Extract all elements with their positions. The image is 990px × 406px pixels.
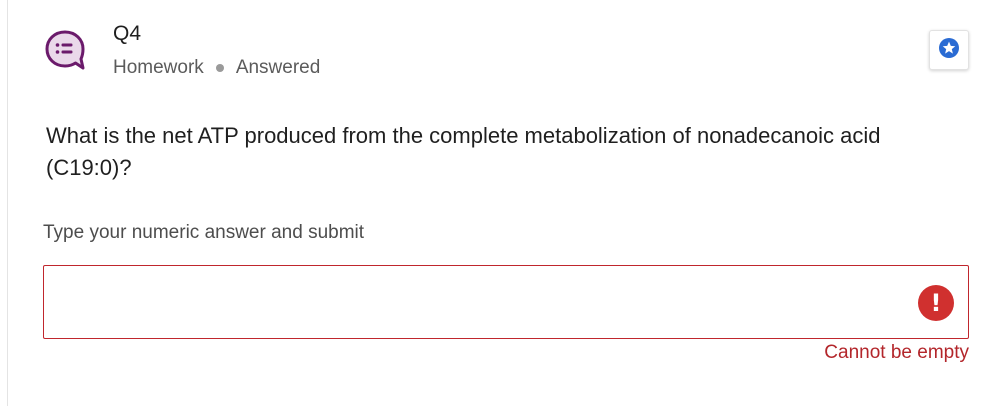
star-badge-icon — [938, 37, 960, 64]
chat-list-icon — [44, 29, 86, 73]
question-number: Q4 — [113, 22, 142, 45]
error-message: Cannot be empty — [824, 342, 969, 363]
left-border — [0, 0, 8, 406]
bookmark-button[interactable] — [929, 30, 969, 70]
category-label: Homework — [113, 57, 204, 78]
answer-prompt: Type your numeric answer and submit — [43, 222, 365, 243]
exclamation-circle-icon: ! — [918, 285, 954, 321]
status-label: Answered — [235, 57, 321, 78]
question-meta: Homework Answered — [113, 57, 320, 79]
separator-dot — [215, 64, 224, 72]
question-card: Q4 Homework Answered What is the net ATP… — [8, 0, 990, 406]
answer-field-container: ! — [43, 265, 969, 339]
question-text: What is the net ATP produced from the co… — [46, 123, 881, 180]
numeric-answer-input[interactable] — [44, 266, 904, 338]
